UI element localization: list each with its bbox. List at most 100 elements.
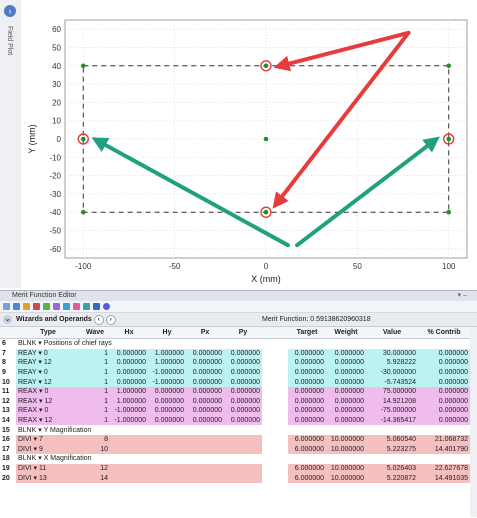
value-cell[interactable]: 5.928222: [366, 358, 418, 368]
type-cell[interactable]: REAX ▾ 0: [16, 406, 80, 416]
target-cell[interactable]: 0.000000: [288, 358, 326, 368]
table-row[interactable]: 20 DIVI ▾ 13 14 6.000000 10.000000 5.220872 14…: [0, 473, 470, 483]
value-cell[interactable]: 5.060540: [366, 434, 418, 445]
px-cell[interactable]: 0.000000: [186, 406, 224, 416]
hx-cell[interactable]: 1.000000: [110, 386, 148, 397]
weight-cell[interactable]: 0.000000: [326, 367, 366, 378]
value-cell[interactable]: -14.365417: [366, 415, 418, 426]
target-cell[interactable]: 0.000000: [288, 396, 326, 407]
hy-cell[interactable]: 1.000000: [148, 348, 186, 359]
weight-cell[interactable]: 0.000000: [326, 358, 366, 368]
target-cell[interactable]: 0.000000: [288, 415, 326, 426]
contrib-cell[interactable]: 0.000000: [418, 367, 470, 378]
px-cell[interactable]: 0.000000: [186, 358, 224, 368]
contrib-cell[interactable]: 0.000000: [418, 386, 470, 397]
weight-cell[interactable]: 10.000000: [326, 463, 366, 474]
hx-cell[interactable]: 0.000000: [110, 358, 148, 368]
value-cell[interactable]: 5.026403: [366, 463, 418, 474]
color-icon[interactable]: [73, 303, 80, 310]
hx-cell[interactable]: 0.000000: [110, 377, 148, 387]
py-cell[interactable]: 0.000000: [224, 348, 262, 359]
type-cell[interactable]: DIVI ▾ 13: [16, 473, 80, 483]
edit-icon[interactable]: [53, 303, 60, 310]
type-cell[interactable]: DIVI ▾ 7: [16, 434, 80, 445]
comment-cell[interactable]: BLNK ▾ X Magnification: [16, 454, 470, 464]
sort-icon[interactable]: [83, 303, 90, 310]
type-cell[interactable]: REAY ▾ 0: [16, 348, 80, 359]
contrib-cell[interactable]: 0.000000: [418, 396, 470, 407]
hy-cell[interactable]: 0.000000: [148, 415, 186, 426]
py-cell[interactable]: [224, 434, 262, 445]
px-cell[interactable]: [186, 473, 224, 483]
table-row[interactable]: 6 BLNK ▾ Positions of chief rays: [0, 338, 470, 349]
target-cell[interactable]: 0.000000: [288, 348, 326, 359]
save-icon[interactable]: [13, 303, 20, 310]
hy-cell[interactable]: -1.000000: [148, 377, 186, 387]
type-cell[interactable]: REAX ▾ 12: [16, 415, 80, 426]
hy-cell[interactable]: [148, 434, 186, 445]
window-menu-icon[interactable]: ▾ –: [458, 291, 467, 301]
contrib-cell[interactable]: 22.627678: [418, 463, 470, 474]
py-cell[interactable]: 0.000000: [224, 386, 262, 397]
hx-cell[interactable]: 0.000000: [110, 367, 148, 378]
py-cell[interactable]: [224, 473, 262, 483]
weight-cell[interactable]: 0.000000: [326, 348, 366, 359]
table-row[interactable]: 9 REAY ▾ 0 1 0.000000 -1.000000 0.000000 0.000…: [0, 367, 470, 378]
comment-cell[interactable]: BLNK ▾ Y Magnification: [16, 425, 470, 435]
hx-cell[interactable]: [110, 473, 148, 483]
wave-cell[interactable]: 10: [80, 444, 110, 455]
help-icon[interactable]: [103, 303, 110, 310]
wave-cell[interactable]: 1: [80, 396, 110, 407]
hx-cell[interactable]: [110, 434, 148, 445]
table-row[interactable]: 12 REAX ▾ 12 1 1.000000 0.000000 0.000000 0.00…: [0, 396, 470, 407]
target-cell[interactable]: 0.000000: [288, 377, 326, 387]
table-row[interactable]: 18 BLNK ▾ X Magnification: [0, 454, 470, 464]
type-cell[interactable]: REAY ▾ 12: [16, 358, 80, 368]
insert-icon[interactable]: [43, 303, 50, 310]
wizards-label[interactable]: Wizards and Operands: [16, 316, 92, 323]
target-cell[interactable]: 6.000000: [288, 463, 326, 474]
delete-icon[interactable]: [33, 303, 40, 310]
hy-cell[interactable]: [148, 463, 186, 474]
wave-cell[interactable]: 1: [80, 415, 110, 426]
type-cell[interactable]: DIVI ▾ 11: [16, 463, 80, 474]
wave-cell[interactable]: 14: [80, 473, 110, 483]
table-row[interactable]: 15 BLNK ▾ Y Magnification: [0, 425, 470, 435]
table-row[interactable]: 17 DIVI ▾ 9 10 6.000000 10.000000 5.223275 14.…: [0, 444, 470, 455]
hx-cell[interactable]: -1.000000: [110, 406, 148, 416]
settings-icon[interactable]: [3, 303, 10, 310]
table-row[interactable]: 10 REAY ▾ 12 1 0.000000 -1.000000 0.000000 0.0…: [0, 377, 470, 387]
py-cell[interactable]: 0.000000: [224, 406, 262, 416]
hy-cell[interactable]: [148, 444, 186, 455]
value-cell[interactable]: 5.220872: [366, 473, 418, 483]
arrow-icon[interactable]: [93, 303, 100, 310]
hx-cell[interactable]: 1.000000: [110, 396, 148, 407]
type-cell[interactable]: REAX ▾ 12: [16, 396, 80, 407]
table-row[interactable]: 11 REAX ▾ 0 1 1.000000 0.000000 0.000000 0.000…: [0, 386, 470, 397]
weight-cell[interactable]: 10.000000: [326, 444, 366, 455]
table-row[interactable]: 16 DIVI ▾ 7 8 6.000000 10.000000 5.060540 21.0…: [0, 434, 470, 445]
weight-cell[interactable]: 0.000000: [326, 377, 366, 387]
contrib-cell[interactable]: 14.491035: [418, 473, 470, 483]
px-cell[interactable]: 0.000000: [186, 377, 224, 387]
chevron-down-icon[interactable]: ⌄: [3, 315, 12, 324]
update-icon[interactable]: [63, 303, 70, 310]
weight-cell[interactable]: 0.000000: [326, 406, 366, 416]
target-cell[interactable]: 6.000000: [288, 473, 326, 483]
contrib-cell[interactable]: 14.401790: [418, 444, 470, 455]
hx-cell[interactable]: -1.000000: [110, 415, 148, 426]
table-row[interactable]: 14 REAX ▾ 12 1 -1.000000 0.000000 0.000000 0.0…: [0, 415, 470, 426]
vertical-scrollbar[interactable]: [470, 327, 477, 517]
target-cell[interactable]: 6.000000: [288, 444, 326, 455]
open-icon[interactable]: [23, 303, 30, 310]
type-cell[interactable]: REAY ▾ 12: [16, 377, 80, 387]
hy-cell[interactable]: 0.000000: [148, 396, 186, 407]
contrib-cell[interactable]: 0.000000: [418, 377, 470, 387]
py-cell[interactable]: 0.000000: [224, 377, 262, 387]
px-cell[interactable]: 0.000000: [186, 415, 224, 426]
value-cell[interactable]: -5.743524: [366, 377, 418, 387]
value-cell[interactable]: 14.921208: [366, 396, 418, 407]
weight-cell[interactable]: 10.000000: [326, 473, 366, 483]
contrib-cell[interactable]: 21.068732: [418, 434, 470, 445]
hx-cell[interactable]: 0.000000: [110, 348, 148, 359]
